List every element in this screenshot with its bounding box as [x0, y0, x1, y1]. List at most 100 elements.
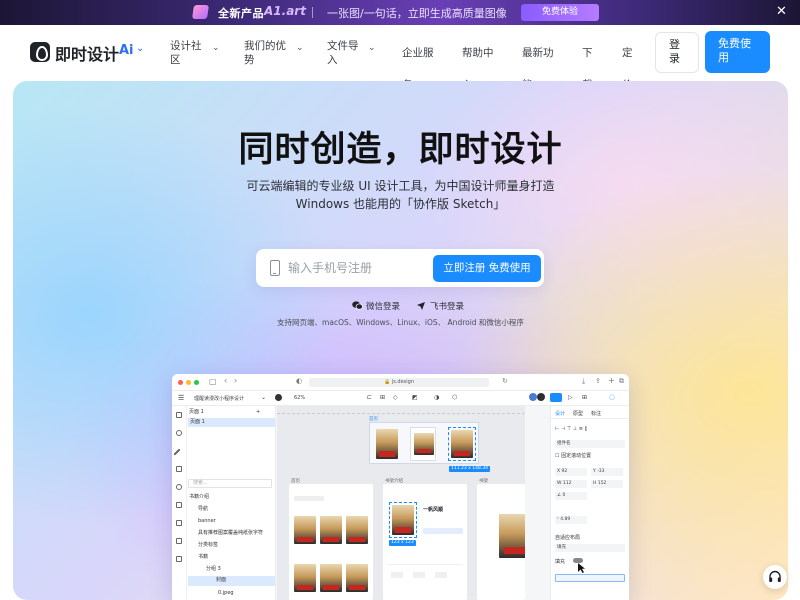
nav-item-community[interactable]: 设计社 区	[170, 39, 202, 67]
polygon-tool-icon[interactable]	[176, 466, 182, 472]
select-tool-icon[interactable]	[176, 412, 182, 418]
headset-icon	[769, 570, 781, 582]
chevron-down-icon: ⌄	[296, 43, 304, 53]
layer-item[interactable]: 书籍介绍	[189, 493, 209, 502]
editor-toolbar: ☰ 理醒读漫改小程序设计 ⌄ 62% ⊏ ⊞ ◇ ◩ ◑ ⬡ ▷ ⊞ ◌	[172, 391, 629, 406]
logo-text[interactable]: 即时设计	[55, 41, 119, 65]
file-name[interactable]: 理醒读漫改小程序设计	[194, 395, 244, 402]
w-input[interactable]: W 112	[555, 480, 587, 488]
promo-banner[interactable]: 全新产品 A1.art 一张图/一句话，立即生成高质量图像 免费体验 ✕	[0, 0, 800, 25]
rotation-input[interactable]: ∠ 0	[555, 492, 587, 500]
menu-icon[interactable]: ☰	[178, 394, 184, 402]
fit-select[interactable]: 填充	[555, 544, 625, 552]
free-trial-button[interactable]: 免费使 用	[705, 31, 770, 73]
layer-item[interactable]: 分组 3	[206, 565, 221, 574]
chevron-down-icon: ⌄	[368, 43, 376, 53]
register-button[interactable]: 立即注册 免费使用	[433, 255, 541, 282]
refresh-icon: ↻	[502, 377, 508, 385]
mask-icon[interactable]: ◑	[434, 394, 439, 401]
wechat-login-link[interactable]: 微信登录	[366, 300, 400, 312]
frame-tool-icon[interactable]	[176, 538, 182, 544]
frame-icon[interactable]: ⊞	[380, 394, 385, 401]
login-button[interactable]: 登 录	[655, 32, 699, 73]
align-icons[interactable]: ⊢ ⊣ ⊤ ⊥ ≡ ∥	[555, 426, 587, 432]
divider	[389, 564, 461, 565]
screen-home[interactable]	[289, 484, 373, 600]
tab-annotate[interactable]: 标注	[591, 410, 601, 417]
layer-item[interactable]: banner	[198, 517, 216, 526]
plugin-icon[interactable]: ⬡	[452, 394, 457, 401]
sticky-checkbox[interactable]: ☐ 固定滚动位置	[555, 452, 591, 459]
hero-section: 同时创造，即时设计 可云端编辑的专业级 UI 设计工具，为中国设计师量身打造 W…	[13, 81, 788, 600]
add-page-icon[interactable]: +	[256, 408, 260, 417]
design-canvas[interactable]: 首页 111.23 x 148.34 首页 书架介绍 书架 123 x 123 …	[277, 406, 525, 600]
pen-tool-icon[interactable]	[176, 484, 182, 490]
browser-chrome: ▢ ‹ › ◐ 🔒 js.design ↻ ⤓ ⇪ + ⧉	[172, 374, 629, 391]
ellipse-tool-icon[interactable]	[176, 430, 182, 436]
align-icon[interactable]: ⊏	[367, 394, 372, 401]
tab-prototype[interactable]: 原型	[573, 410, 583, 417]
wechat-icon	[352, 301, 363, 310]
promo-product: A1.art	[264, 4, 306, 18]
nav-item-import[interactable]: 文件导 入	[327, 39, 359, 67]
image-tool-icon[interactable]	[176, 520, 182, 526]
apply-button[interactable]	[555, 574, 625, 582]
brush-tool-icon[interactable]	[176, 556, 182, 562]
book-cover	[376, 429, 398, 459]
layer-item[interactable]: 书籍	[198, 553, 208, 562]
stat-block	[391, 572, 403, 578]
avatar	[537, 393, 545, 401]
phone-icon	[270, 260, 280, 276]
phone-input[interactable]	[288, 256, 428, 280]
grid-icon[interactable]: ⊞	[582, 394, 587, 401]
close-icon[interactable]: ✕	[776, 4, 787, 19]
boolean-icon[interactable]: ◩	[412, 394, 418, 401]
book-title: 一帆风顺	[423, 507, 444, 513]
text-tool-icon[interactable]	[176, 502, 182, 508]
feishu-login-link[interactable]: 飞书登录	[430, 300, 464, 312]
h-input[interactable]: H 152	[591, 480, 623, 488]
history-icon[interactable]: ◌	[609, 393, 615, 401]
component-icon[interactable]: ◇	[393, 394, 398, 401]
x-input[interactable]: X 92	[555, 468, 587, 476]
support-button[interactable]	[763, 565, 787, 589]
layer-item-selected[interactable]: 封面	[188, 576, 275, 586]
play-icon[interactable]: ▷	[568, 394, 573, 401]
zoom-level[interactable]: 62%	[294, 395, 305, 401]
layer-item[interactable]: 导航	[198, 505, 208, 514]
layer-item[interactable]: 具有推荐图案覆盖纯纸张字符	[198, 529, 263, 538]
book-cover	[320, 516, 342, 544]
signup-box: 立即注册 免费使用	[256, 249, 544, 287]
layer-item[interactable]: 0.jpeg	[218, 589, 234, 598]
chevron-down-icon: ⌄	[212, 43, 220, 53]
avatar[interactable]	[275, 394, 282, 401]
share-button[interactable]	[550, 393, 562, 402]
chevron-down-icon: ⌄	[261, 394, 267, 401]
layer-search-input[interactable]: 搜索...	[188, 479, 272, 488]
phone-frame	[410, 427, 436, 461]
tab-design[interactable]: 设计	[555, 410, 565, 417]
screen-bookshelf[interactable]	[477, 484, 525, 600]
feishu-icon	[417, 302, 425, 310]
ai-menu[interactable]: Ai	[119, 43, 134, 58]
app-preview-window: ▢ ‹ › ◐ 🔒 js.design ↻ ⤓ ⇪ + ⧉ ☰ 理醒读漫改小程序…	[172, 374, 629, 600]
y-input[interactable]: Y -33	[591, 468, 623, 476]
line-tool-icon[interactable]	[173, 448, 181, 456]
layer-item[interactable]: 分类标签	[198, 541, 218, 550]
radius-input[interactable]: ◜ 4.89	[555, 516, 587, 524]
promo-cta-button[interactable]: 免费体验	[521, 4, 599, 21]
page-item[interactable]: 页面 1	[188, 418, 275, 427]
component-select[interactable]: 组件名	[555, 440, 625, 448]
gem-icon	[192, 5, 209, 19]
forward-icon: ›	[234, 376, 238, 385]
avatar	[529, 393, 537, 401]
nav-item-advantages[interactable]: 我们的优 势	[244, 39, 286, 67]
screen-book-detail[interactable]: 123 x 123 一帆风顺	[383, 484, 467, 600]
book-cover	[294, 564, 316, 592]
book-cover	[499, 514, 525, 558]
size-tag: 111.23 x 148.34	[449, 466, 491, 472]
back-icon: ‹	[224, 376, 228, 385]
window-zoom-dot	[194, 380, 199, 385]
logo-icon[interactable]	[30, 42, 50, 62]
top-frame[interactable]	[369, 422, 479, 464]
